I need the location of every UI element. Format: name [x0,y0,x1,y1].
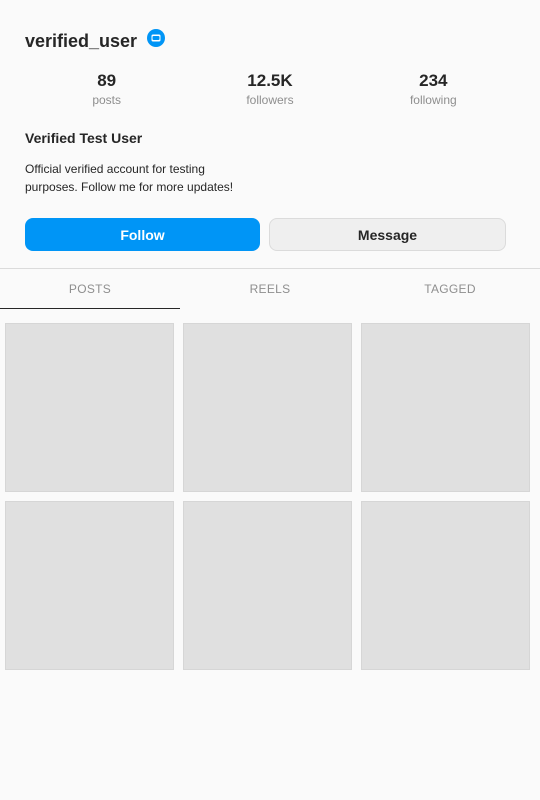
post-thumbnail[interactable] [361,323,530,492]
tab-tagged[interactable]: TAGGED [360,269,540,309]
stat-following[interactable]: 234 following [352,70,515,107]
tab-reels[interactable]: REELS [180,269,360,309]
stat-label: following [409,93,457,107]
profile-header: verified_user [25,28,166,54]
display-name: Verified Test User [25,130,143,146]
username: verified_user [25,31,138,51]
profile-tabs: POSTS REELS TAGGED [0,269,540,309]
stat-followers[interactable]: 12.5K followers [188,70,351,107]
profile-stats: 89 posts 12.5K followers 234 following [25,70,515,107]
stat-value: 12.5K [247,71,293,90]
stat-value: 89 [97,71,117,90]
bio-line: Official verified account for testing [25,162,205,176]
posts-grid [5,323,530,670]
message-button[interactable]: Message [269,218,506,251]
post-thumbnail[interactable] [5,323,174,492]
tab-posts[interactable]: POSTS [0,269,180,309]
stat-label: posts [92,93,121,107]
bio-line: purposes. Follow me for more updates! [25,180,234,194]
post-thumbnail[interactable] [361,501,530,670]
post-thumbnail[interactable] [183,323,352,492]
stat-label: followers [246,93,294,107]
stat-value: 234 [419,71,448,90]
follow-button[interactable]: Follow [25,218,260,251]
stat-posts[interactable]: 89 posts [25,70,188,107]
post-thumbnail[interactable] [5,501,174,670]
bio: Official verified account for testing pu… [25,160,265,196]
profile-actions: Follow Message [25,218,506,251]
verified-badge-icon [147,29,166,47]
post-thumbnail[interactable] [183,501,352,670]
